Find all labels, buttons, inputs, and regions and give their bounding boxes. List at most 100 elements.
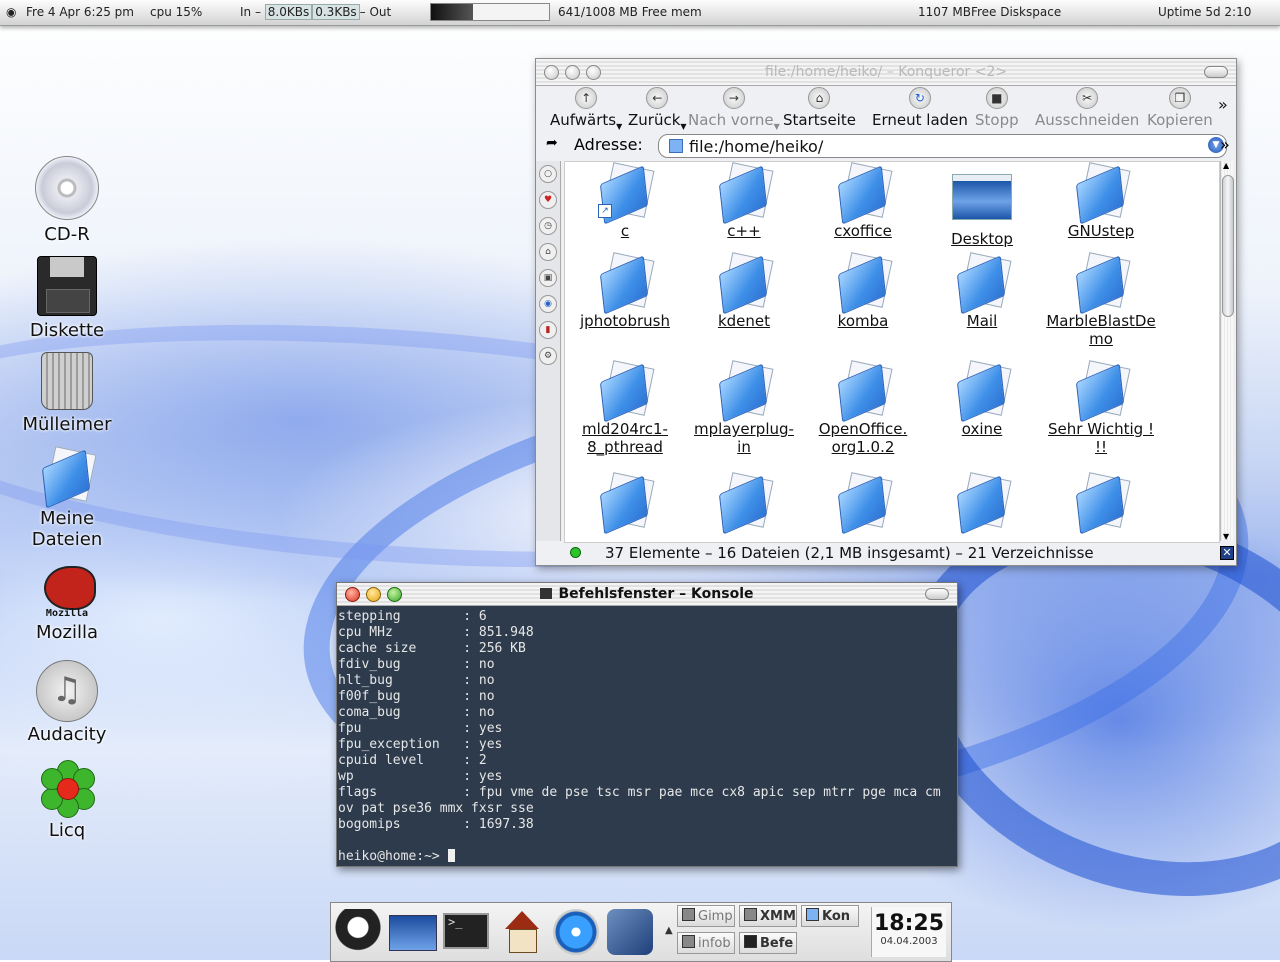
desktop-icon-audacity[interactable]: ♫ Audacity	[12, 660, 122, 745]
konqueror-window: file:/home/heiko/ – Konqueror <2> ↑ Aufwä…	[535, 58, 1237, 566]
terminal-line: coma_bug : no	[338, 705, 495, 720]
reload-button[interactable]: ↻ Erneut laden	[872, 87, 968, 129]
task-konsole[interactable]: Befe	[739, 932, 797, 954]
copy-button[interactable]: ❐ Kopieren	[1147, 87, 1213, 129]
forward-button[interactable]: → Nach vorne▼	[688, 87, 780, 131]
address-overflow-button[interactable]: »	[1220, 135, 1230, 154]
cut-button[interactable]: ✂ Ausschneiden	[1035, 87, 1139, 129]
terminal-line: ov pat pse36 mmx fxsr sse	[338, 801, 534, 816]
desktop-icon-cd-r[interactable]: CD-R	[12, 156, 122, 245]
file-item[interactable]: MarbleBlastDe mo	[1041, 252, 1161, 348]
bookmarks-icon[interactable]: ♥	[539, 191, 557, 209]
net-out-label: – Out	[359, 5, 392, 19]
window-titlebar[interactable]: Befehlsfenster – Konsole	[337, 583, 957, 606]
reload-icon: ↻	[908, 87, 931, 109]
apple-icon[interactable]: ◉	[6, 5, 16, 19]
task-gimp[interactable]: Gimp	[677, 905, 735, 927]
file-item[interactable]: Mail	[922, 252, 1042, 330]
home-launcher-icon[interactable]	[499, 909, 545, 955]
file-item[interactable]: ↗ c	[565, 162, 685, 240]
desktop-icon-licq[interactable]: Licq	[12, 760, 122, 841]
desktop-icon-meine-dateien[interactable]: Meine Dateien	[12, 446, 122, 550]
file-name: mld204rc1-	[582, 420, 668, 438]
file-name: Desktop	[951, 230, 1013, 248]
history-icon[interactable]: ◷	[539, 217, 557, 235]
file-item[interactable]: komba	[803, 252, 923, 330]
file-item-partial[interactable]	[565, 472, 685, 535]
collapse-button[interactable]	[1204, 66, 1228, 78]
file-item[interactable]: kdenet	[684, 252, 804, 330]
file-item[interactable]: OpenOffice. org1.0.2	[803, 360, 923, 456]
back-button[interactable]: ← Zurück▼	[628, 87, 687, 131]
kde-panel: >_ ▲ Gimp XMM Kon infob Befe 18:25 04.04…	[330, 902, 952, 962]
vertical-scrollbar[interactable]: ▲ ▼	[1220, 161, 1234, 541]
terminal-line: hlt_bug : no	[338, 673, 495, 688]
clear-address-icon[interactable]: ➦	[546, 135, 558, 151]
toolbar-overflow-button[interactable]: »	[1218, 95, 1228, 114]
desktop-icon-label: Meine Dateien	[31, 508, 103, 550]
show-desktop-icon[interactable]	[389, 915, 437, 951]
licq-icon	[39, 760, 95, 818]
file-item-partial[interactable]	[684, 472, 804, 535]
scrollbar-thumb[interactable]	[1222, 175, 1234, 317]
file-item[interactable]: Desktop	[922, 164, 1042, 248]
file-name: Mail	[966, 312, 998, 330]
up-button[interactable]: ↑ Aufwärts▼	[550, 87, 622, 131]
file-item[interactable]: GNUstep	[1041, 162, 1161, 240]
scroll-up-icon[interactable]: ▲	[1223, 161, 1229, 170]
file-item[interactable]: Sehr Wichtig !!!	[1041, 360, 1161, 456]
file-name: jphotobrush	[580, 312, 670, 330]
desktop-icon-diskette[interactable]: Diskette	[12, 256, 122, 341]
terminal-prompt-line[interactable]: heiko@home:~>	[338, 849, 958, 865]
media-icon[interactable]: ▣	[539, 269, 557, 287]
terminal-line: fpu : yes	[338, 721, 503, 736]
window-titlebar[interactable]: file:/home/heiko/ – Konqueror <2>	[536, 59, 1236, 86]
file-name: c	[620, 222, 630, 240]
stop-button[interactable]: ■ Stopp	[975, 87, 1019, 129]
services-icon[interactable]: ⚙	[539, 347, 557, 365]
desktop-icon-trash[interactable]: Mülleimer	[12, 352, 122, 435]
task-konqueror[interactable]: Kon	[801, 905, 859, 927]
uptime: Uptime 5d 2:10	[1158, 5, 1252, 19]
task-infobar[interactable]: infob	[677, 932, 735, 954]
folder-icon	[717, 252, 774, 315]
home-button[interactable]: ⌂ Startseite	[783, 87, 856, 129]
browser-launcher-icon[interactable]	[553, 909, 599, 955]
file-name: MarbleBlastDe	[1046, 312, 1156, 330]
folder-link-icon: ↗	[598, 162, 655, 225]
file-item[interactable]: c++	[684, 162, 804, 240]
back-arrow-icon: ←	[646, 87, 669, 109]
scroll-down-icon[interactable]: ▼	[1223, 532, 1229, 541]
datetime-display: Fre 4 Apr 6:25 pm	[26, 5, 134, 19]
terminal-line: fdiv_bug : no	[338, 657, 495, 672]
terminal-output[interactable]: stepping : 6 cpu MHz : 851.948 cache size …	[337, 606, 958, 869]
network-icon[interactable]: ◉	[539, 295, 557, 313]
panel-clock[interactable]: 18:25 04.04.2003	[871, 907, 946, 957]
home-folder-icon[interactable]: ⌂	[539, 243, 557, 261]
file-item-partial[interactable]	[1041, 472, 1161, 535]
folder-icon	[836, 162, 893, 225]
floppy-icon	[37, 256, 97, 316]
app-launcher-icon[interactable]	[607, 909, 653, 955]
sidebar-config-icon[interactable]: ○	[539, 165, 557, 183]
file-item[interactable]: jphotobrush	[565, 252, 685, 330]
desktop-icon-mozilla[interactable]: Mozilla Mozilla	[12, 564, 122, 643]
root-folder-icon[interactable]: ▮	[539, 321, 557, 339]
file-item[interactable]: mld204rc1- 8_pthread	[565, 360, 685, 456]
address-input[interactable]: file:/home/heiko/ ▼	[658, 134, 1227, 158]
k-menu-tux-icon[interactable]	[335, 909, 381, 955]
folder-icon	[836, 360, 893, 423]
file-item[interactable]: oxine	[922, 360, 1042, 438]
task-xmms[interactable]: XMM	[739, 905, 797, 927]
file-item[interactable]: cxoffice	[803, 162, 923, 240]
desktop-icon-label: Audacity	[27, 724, 107, 745]
close-view-icon[interactable]: ✕	[1220, 546, 1234, 560]
file-item-partial[interactable]	[922, 472, 1042, 535]
file-item[interactable]: mplayerplug-in	[684, 360, 804, 456]
terminal-launcher-icon[interactable]: >_	[443, 913, 489, 949]
folder-icon	[598, 252, 655, 315]
taskbar-scroll-icon[interactable]: ▲	[665, 925, 673, 936]
file-name-cont: !!	[1094, 438, 1108, 456]
file-item-partial[interactable]	[803, 472, 923, 535]
collapse-button[interactable]	[925, 588, 949, 600]
